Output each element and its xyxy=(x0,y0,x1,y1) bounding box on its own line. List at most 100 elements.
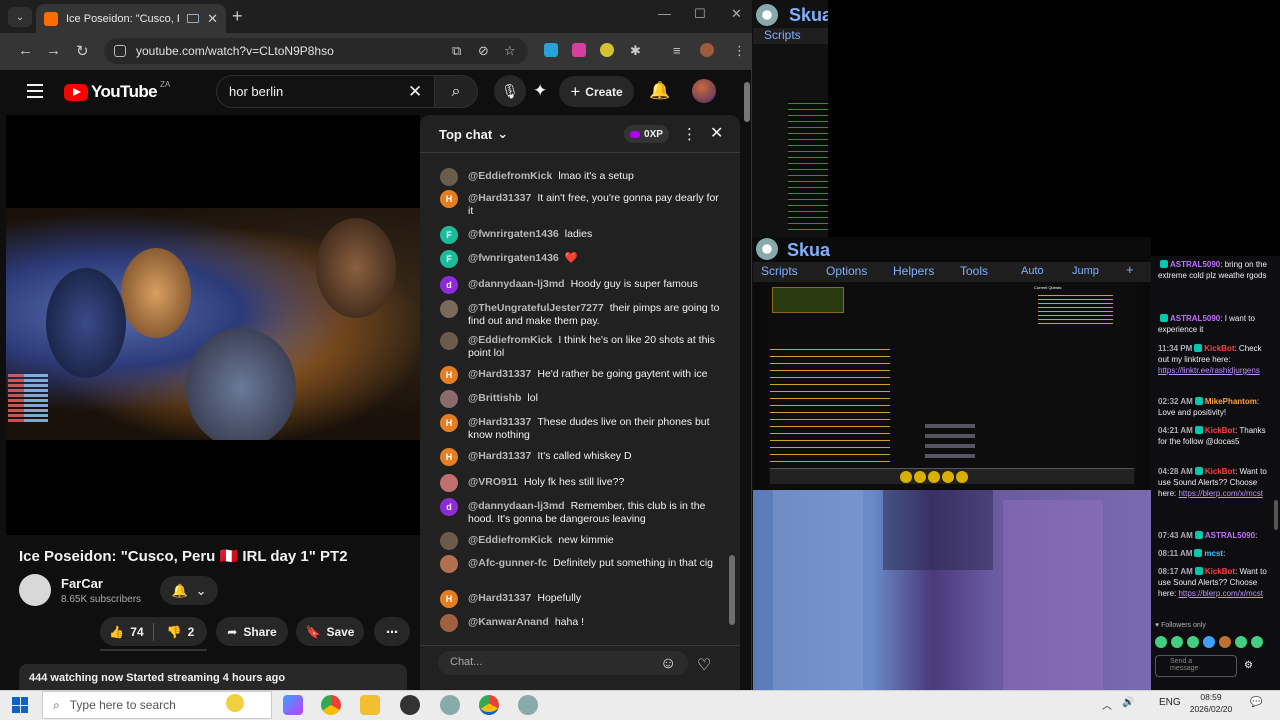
more-actions-button[interactable]: ⋯ xyxy=(374,617,410,646)
skua-menu-scripts[interactable]: Scripts xyxy=(753,28,828,44)
twitch-settings-icon[interactable]: ⚙ xyxy=(1244,660,1253,671)
emoji-icon[interactable]: ☺ xyxy=(660,655,676,673)
notifications-icon[interactable]: 💬 xyxy=(1250,697,1262,708)
chat-author-name[interactable]: @Hard31337 xyxy=(468,368,531,380)
skua-add-icon[interactable]: + xyxy=(1126,262,1134,277)
chat-author-avatar[interactable] xyxy=(440,614,458,632)
save-button[interactable]: 🔖 Save xyxy=(296,617,364,646)
xp-badge[interactable]: 0XP xyxy=(624,125,669,143)
chat-author-avatar[interactable] xyxy=(440,474,458,492)
tray-overflow-icon[interactable]: ︿ xyxy=(1102,697,1112,712)
menu-icon[interactable] xyxy=(27,84,43,102)
chat-author-avatar[interactable]: F xyxy=(440,250,458,268)
twitch-username[interactable]: ASTRAL5090 xyxy=(1170,260,1220,269)
chat-input[interactable]: Chat... xyxy=(438,651,688,675)
notifications-bell-icon[interactable]: 🔔 xyxy=(649,81,670,101)
chat-author-name[interactable]: @Brittishb xyxy=(468,392,521,404)
skua-taskbar-icon[interactable] xyxy=(518,695,538,715)
install-icon[interactable]: ⧉ xyxy=(452,43,461,59)
chat-author-name[interactable]: @EddiefromKick xyxy=(468,534,552,546)
channel-name[interactable]: FarCar xyxy=(61,576,103,591)
chat-author-name[interactable]: @dannydaan-lj3md xyxy=(468,500,565,512)
youtube-logo[interactable]: YouTube ZA xyxy=(64,80,170,102)
like-button[interactable]: 👍 74 xyxy=(100,625,153,639)
emote-bar[interactable] xyxy=(1155,636,1263,648)
skill-hotbar[interactable] xyxy=(770,468,1134,484)
description-box[interactable]: 444 watching now Started streaming 4 hou… xyxy=(19,664,407,690)
skua-menu-scripts[interactable]: Scripts xyxy=(761,264,798,278)
chrome-icon[interactable] xyxy=(321,695,341,715)
skua-menu-tools[interactable]: Tools xyxy=(960,264,988,278)
close-tab-icon[interactable]: ✕ xyxy=(207,11,218,27)
chat-message[interactable]: H @Hard31337 These dudes live on their pho… xyxy=(440,414,720,442)
twitch-username[interactable]: ASTRAL5090 xyxy=(1170,314,1220,323)
forward-icon[interactable]: → xyxy=(46,42,61,59)
chat-author-name[interactable]: @Hard31337 xyxy=(468,192,531,204)
twitch-chat-input[interactable]: Send a message xyxy=(1155,655,1237,677)
chrome-active-icon[interactable] xyxy=(479,695,499,715)
chat-message[interactable]: H @Hard31337 It ain't free, you're gonna p… xyxy=(440,190,720,218)
extension-icon[interactable] xyxy=(544,43,558,57)
chat-author-avatar[interactable]: d xyxy=(440,276,458,294)
maximize-button[interactable]: ☐ xyxy=(694,6,706,22)
chat-message[interactable]: @EddiefromKick new kimmie xyxy=(440,532,720,550)
chat-message[interactable]: F @fwnrirgaten1436 ladies xyxy=(440,226,720,244)
copilot-icon[interactable] xyxy=(283,695,303,715)
skua-menu-auto[interactable]: Auto xyxy=(1021,265,1044,277)
chat-message[interactable]: F @fwnrirgaten1436 ❤️ xyxy=(440,250,720,268)
search-input[interactable]: hor berlin xyxy=(216,75,435,108)
chrome-menu-icon[interactable]: ⋮ xyxy=(733,43,746,59)
chat-scrollbar[interactable] xyxy=(729,555,735,625)
extensions-puzzle-icon[interactable]: ✱ xyxy=(630,43,641,59)
chat-mode-dropdown[interactable]: Top chat ⌄ xyxy=(439,126,508,142)
bookmark-star-icon[interactable]: ☆ xyxy=(504,43,516,59)
twitch-username[interactable]: ASTRAL5090 xyxy=(1205,531,1255,540)
close-window-button[interactable]: ✕ xyxy=(731,6,742,22)
chat-author-avatar[interactable]: d xyxy=(440,498,458,516)
dislike-button[interactable]: 👎 2 xyxy=(154,625,207,639)
search-button[interactable]: ⌕ xyxy=(434,75,478,108)
twitch-username[interactable]: KickBot xyxy=(1204,344,1234,353)
chat-author-name[interactable]: @fwnrirgaten1436 xyxy=(468,252,559,264)
chat-message[interactable]: H @Hard31337 Hopefully xyxy=(440,590,720,608)
skua-menu-helpers[interactable]: Helpers xyxy=(893,264,934,278)
chat-message[interactable]: @Afc-gunner-fc Definitely put something i… xyxy=(440,555,720,573)
twitch-username[interactable]: KickBot xyxy=(1205,426,1235,435)
browser-tab[interactable]: Ice Poseidon: "Cusco, Peru ✕ xyxy=(36,4,226,33)
start-button[interactable] xyxy=(12,697,28,713)
file-explorer-icon[interactable] xyxy=(360,695,380,715)
chat-author-name[interactable]: @EddiefromKick xyxy=(468,334,552,346)
chat-author-name[interactable]: @fwnrirgaten1436 xyxy=(468,228,559,240)
chat-message[interactable]: @VRO911 Holy fk hes still live?? xyxy=(440,474,720,492)
chat-author-avatar[interactable]: H xyxy=(440,190,458,208)
create-button[interactable]: + Create xyxy=(559,76,634,107)
back-icon[interactable]: ← xyxy=(18,42,33,59)
chat-author-name[interactable]: @KanwarAnand xyxy=(468,616,549,628)
reading-list-icon[interactable]: ≡ xyxy=(673,43,681,58)
chat-author-avatar[interactable] xyxy=(440,332,458,350)
eye-off-icon[interactable]: ⊘ xyxy=(478,43,489,59)
chat-more-icon[interactable]: ⋮ xyxy=(682,125,697,143)
reload-icon[interactable]: ↻ xyxy=(76,42,89,60)
chat-message[interactable]: @KanwarAnand haha ! xyxy=(440,614,720,632)
chat-message[interactable]: d @dannydaan-lj3md Remember, this club is … xyxy=(440,498,720,526)
twitch-username[interactable]: KickBot xyxy=(1205,467,1235,476)
chat-author-avatar[interactable]: F xyxy=(440,226,458,244)
share-button[interactable]: ➦ Share xyxy=(216,617,288,646)
chat-message[interactable]: @Brittishb lol xyxy=(440,390,720,408)
account-avatar[interactable] xyxy=(692,79,716,103)
chat-author-avatar[interactable]: H xyxy=(440,414,458,432)
twitch-username[interactable]: KickBot xyxy=(1205,567,1235,576)
chat-author-name[interactable]: @Hard31337 xyxy=(468,450,531,462)
search-highlight-icon[interactable] xyxy=(226,694,244,712)
page-scrollbar[interactable] xyxy=(744,82,750,122)
taskbar-clock[interactable]: 08:59 2026/02/20 xyxy=(1183,691,1239,715)
chat-message[interactable]: d @dannydaan-lj3md Hoody guy is super famo… xyxy=(440,276,720,294)
twitch-scrollbar[interactable] xyxy=(1274,500,1278,530)
chat-message[interactable]: H @Hard31337 It's called whiskey D xyxy=(440,448,720,466)
twitch-message-link[interactable]: https://blerp.com/x/mcst xyxy=(1178,489,1262,498)
extension-icon[interactable] xyxy=(572,43,586,57)
chat-author-name[interactable]: @dannydaan-lj3md xyxy=(468,278,565,290)
chat-author-avatar[interactable]: H xyxy=(440,590,458,608)
minimize-button[interactable]: — xyxy=(658,6,671,21)
